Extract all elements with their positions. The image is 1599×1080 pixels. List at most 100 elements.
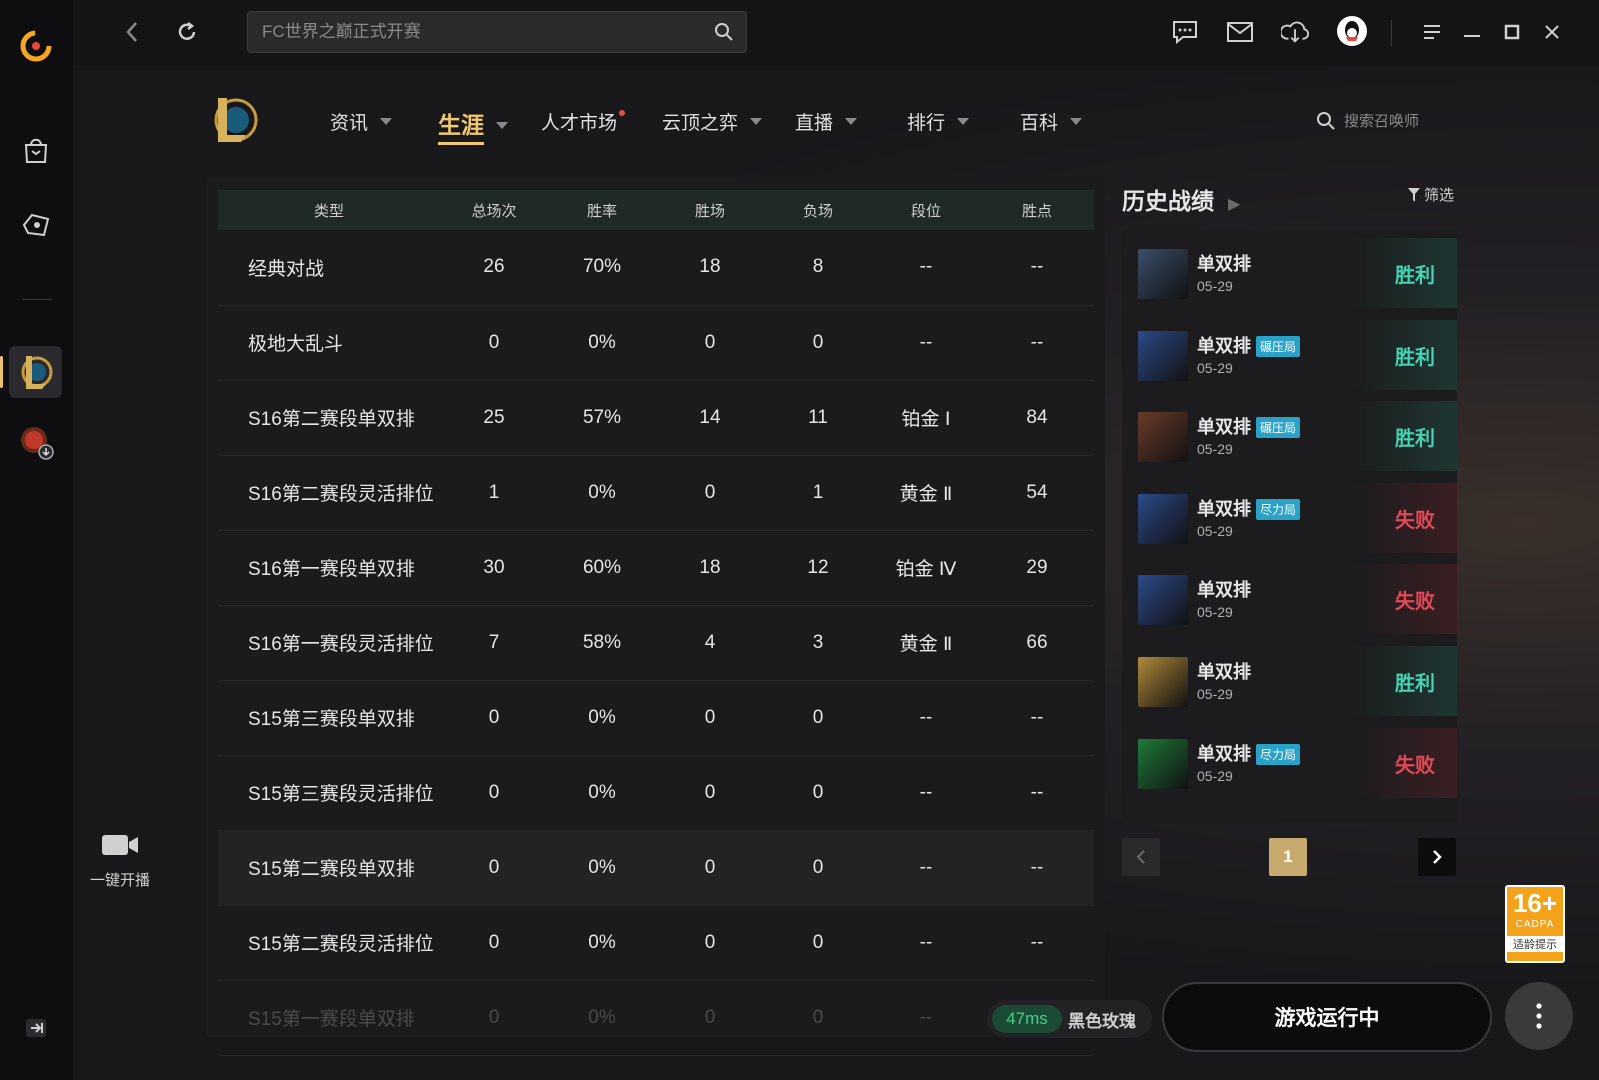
nav-news[interactable]: 资讯	[330, 108, 393, 135]
nav-tft-label: 云顶之弈	[662, 113, 739, 134]
match-result: 失败	[1352, 483, 1457, 553]
table-row[interactable]: S16第二赛段灵活排位 1 0% 0 1 黄金 Ⅱ 54	[218, 455, 1094, 530]
col-header-losses: 负场	[802, 202, 833, 220]
nav-talent-market-label: 人才市场	[541, 108, 626, 135]
cell-lp: 54	[1026, 481, 1048, 503]
nav-career[interactable]: 生涯	[438, 106, 508, 145]
chat-icon[interactable]	[1171, 18, 1199, 46]
nav-tft[interactable]: 云顶之弈	[662, 108, 763, 135]
back-icon[interactable]	[118, 18, 146, 46]
search-icon	[1317, 111, 1335, 130]
download-manager-icon[interactable]	[1281, 18, 1309, 46]
cell-wins: 0	[704, 331, 716, 353]
app-logo-icon[interactable]	[14, 24, 58, 68]
match-item[interactable]: 单双排 05-29 胜利	[1138, 646, 1458, 716]
match-mode: 单双排	[1197, 254, 1251, 274]
history-title[interactable]: 历史战绩 ▶	[1122, 182, 1240, 216]
cell-wins: 0	[704, 931, 716, 953]
cell-lp: --	[1030, 706, 1044, 728]
table-row[interactable]: S15第三赛段单双排 0 0% 0 0 -- --	[218, 680, 1094, 755]
match-result: 胜利	[1352, 401, 1457, 471]
search-input[interactable]	[248, 12, 716, 52]
nav-talent-market[interactable]: 人才市场	[541, 108, 626, 135]
titlebar-divider	[1391, 20, 1392, 46]
match-item[interactable]: 单双排 05-29 失败	[1138, 564, 1458, 634]
champion-avatar	[1138, 494, 1188, 544]
chevron-down-icon	[1070, 118, 1083, 125]
nav-live-label: 直播	[795, 113, 834, 134]
active-indicator	[0, 356, 3, 388]
cell-lp: 29	[1026, 556, 1048, 578]
cell-wins: 0	[704, 1006, 716, 1028]
table-row[interactable]: S16第二赛段单双排 25 57% 14 11 铂金 Ⅰ 84	[218, 380, 1094, 455]
cell-wins: 0	[704, 481, 716, 503]
close-icon[interactable]	[1538, 18, 1566, 46]
cell-rank: --	[919, 706, 933, 728]
match-item[interactable]: 单双排 尽力局 05-29 失败	[1138, 728, 1458, 798]
cell-losses: 0	[812, 706, 824, 728]
lol-logo-icon[interactable]	[210, 94, 258, 151]
match-item[interactable]: 单双排 碾压局 05-29 胜利	[1138, 320, 1458, 390]
nav-wiki[interactable]: 百科	[1020, 108, 1083, 135]
cell-total: 30	[483, 556, 505, 578]
champion-avatar	[1138, 575, 1188, 625]
match-item[interactable]: 单双排 尽力局 05-29 失败	[1138, 483, 1458, 553]
sidebar-divider	[22, 299, 52, 300]
table-row[interactable]: S15第一赛段单双排00%00----	[218, 980, 1094, 1055]
filter-button[interactable]: 筛选	[1408, 184, 1454, 205]
match-item[interactable]: 单双排 碾压局 05-29 胜利	[1138, 401, 1458, 471]
cell-total: 0	[488, 706, 500, 728]
cell-type: S16第二赛段灵活排位	[248, 484, 434, 505]
cell-type: 经典对战	[248, 258, 325, 280]
match-date: 05-29	[1197, 523, 1233, 539]
mail-icon[interactable]	[1226, 18, 1254, 46]
refresh-icon[interactable]	[173, 18, 201, 46]
more-options-button[interactable]	[1505, 982, 1573, 1050]
cell-total: 0	[488, 1006, 500, 1028]
cell-rank: --	[919, 781, 933, 803]
table-row[interactable]: S15第二赛段单双排 0 0% 0 0 -- --	[218, 830, 1094, 905]
cell-type: S16第一赛段单双排	[248, 559, 415, 580]
page-number-current[interactable]: 1	[1269, 838, 1307, 876]
cell-losses: 0	[812, 856, 824, 878]
col-header-type: 类型	[313, 202, 344, 220]
match-item[interactable]: 单双排 05-29 胜利	[1138, 238, 1458, 308]
left-sidebar	[0, 0, 73, 1080]
col-header-lp: 胜点	[1021, 202, 1052, 220]
table-row[interactable]: 经典对战 26 70% 18 8 -- --	[218, 230, 1094, 305]
chevron-down-icon	[845, 118, 858, 125]
table-row[interactable]: S15第三赛段灵活排位 0 0% 0 0 -- --	[218, 755, 1094, 830]
cell-wins: 0	[704, 706, 716, 728]
match-mode: 单双排	[1197, 662, 1251, 682]
table-row[interactable]: S15第二赛段灵活排位 0 0% 0 0 -- --	[218, 905, 1094, 980]
chevron-down-icon	[750, 118, 763, 125]
table-row[interactable]: S16第一赛段单双排 30 60% 18 12 铂金 Ⅳ 29	[218, 530, 1094, 605]
collapse-sidebar-icon[interactable]	[18, 1010, 54, 1046]
nav-ranking[interactable]: 排行	[907, 108, 970, 135]
user-avatar-qq-icon[interactable]	[1335, 14, 1369, 48]
minimize-icon[interactable]	[1458, 18, 1486, 46]
cell-lp: 84	[1026, 406, 1048, 428]
menu-icon[interactable]	[1418, 18, 1446, 46]
table-row[interactable]: 极地大乱斗 0 0% 0 0 -- --	[218, 305, 1094, 380]
maximize-icon[interactable]	[1498, 18, 1526, 46]
match-date: 05-29	[1197, 604, 1233, 620]
game-center-icon[interactable]	[14, 203, 58, 247]
global-search-box[interactable]	[247, 11, 747, 53]
lol-game-icon[interactable]	[14, 350, 58, 394]
nav-live[interactable]: 直播	[795, 108, 858, 135]
table-row[interactable]: S16第一赛段灵活排位 7 58% 4 3 黄金 Ⅱ 66	[218, 605, 1094, 680]
cell-losses: 1	[812, 481, 824, 503]
summoner-search[interactable]: 搜索召唤师	[1316, 110, 1419, 131]
game-download-icon[interactable]	[14, 420, 58, 464]
search-icon[interactable]	[714, 22, 734, 47]
prev-page-button[interactable]	[1122, 838, 1160, 876]
store-bag-icon[interactable]	[14, 128, 58, 172]
chevron-right-icon: ▶	[1228, 196, 1241, 213]
cell-losses: 12	[807, 556, 829, 578]
next-page-button[interactable]	[1418, 838, 1456, 876]
game-running-button[interactable]: 游戏运行中	[1162, 982, 1492, 1052]
one-click-live-button[interactable]: 一键开播	[88, 832, 152, 890]
cell-losses: 0	[812, 1006, 824, 1028]
match-mode: 单双排	[1197, 336, 1251, 356]
